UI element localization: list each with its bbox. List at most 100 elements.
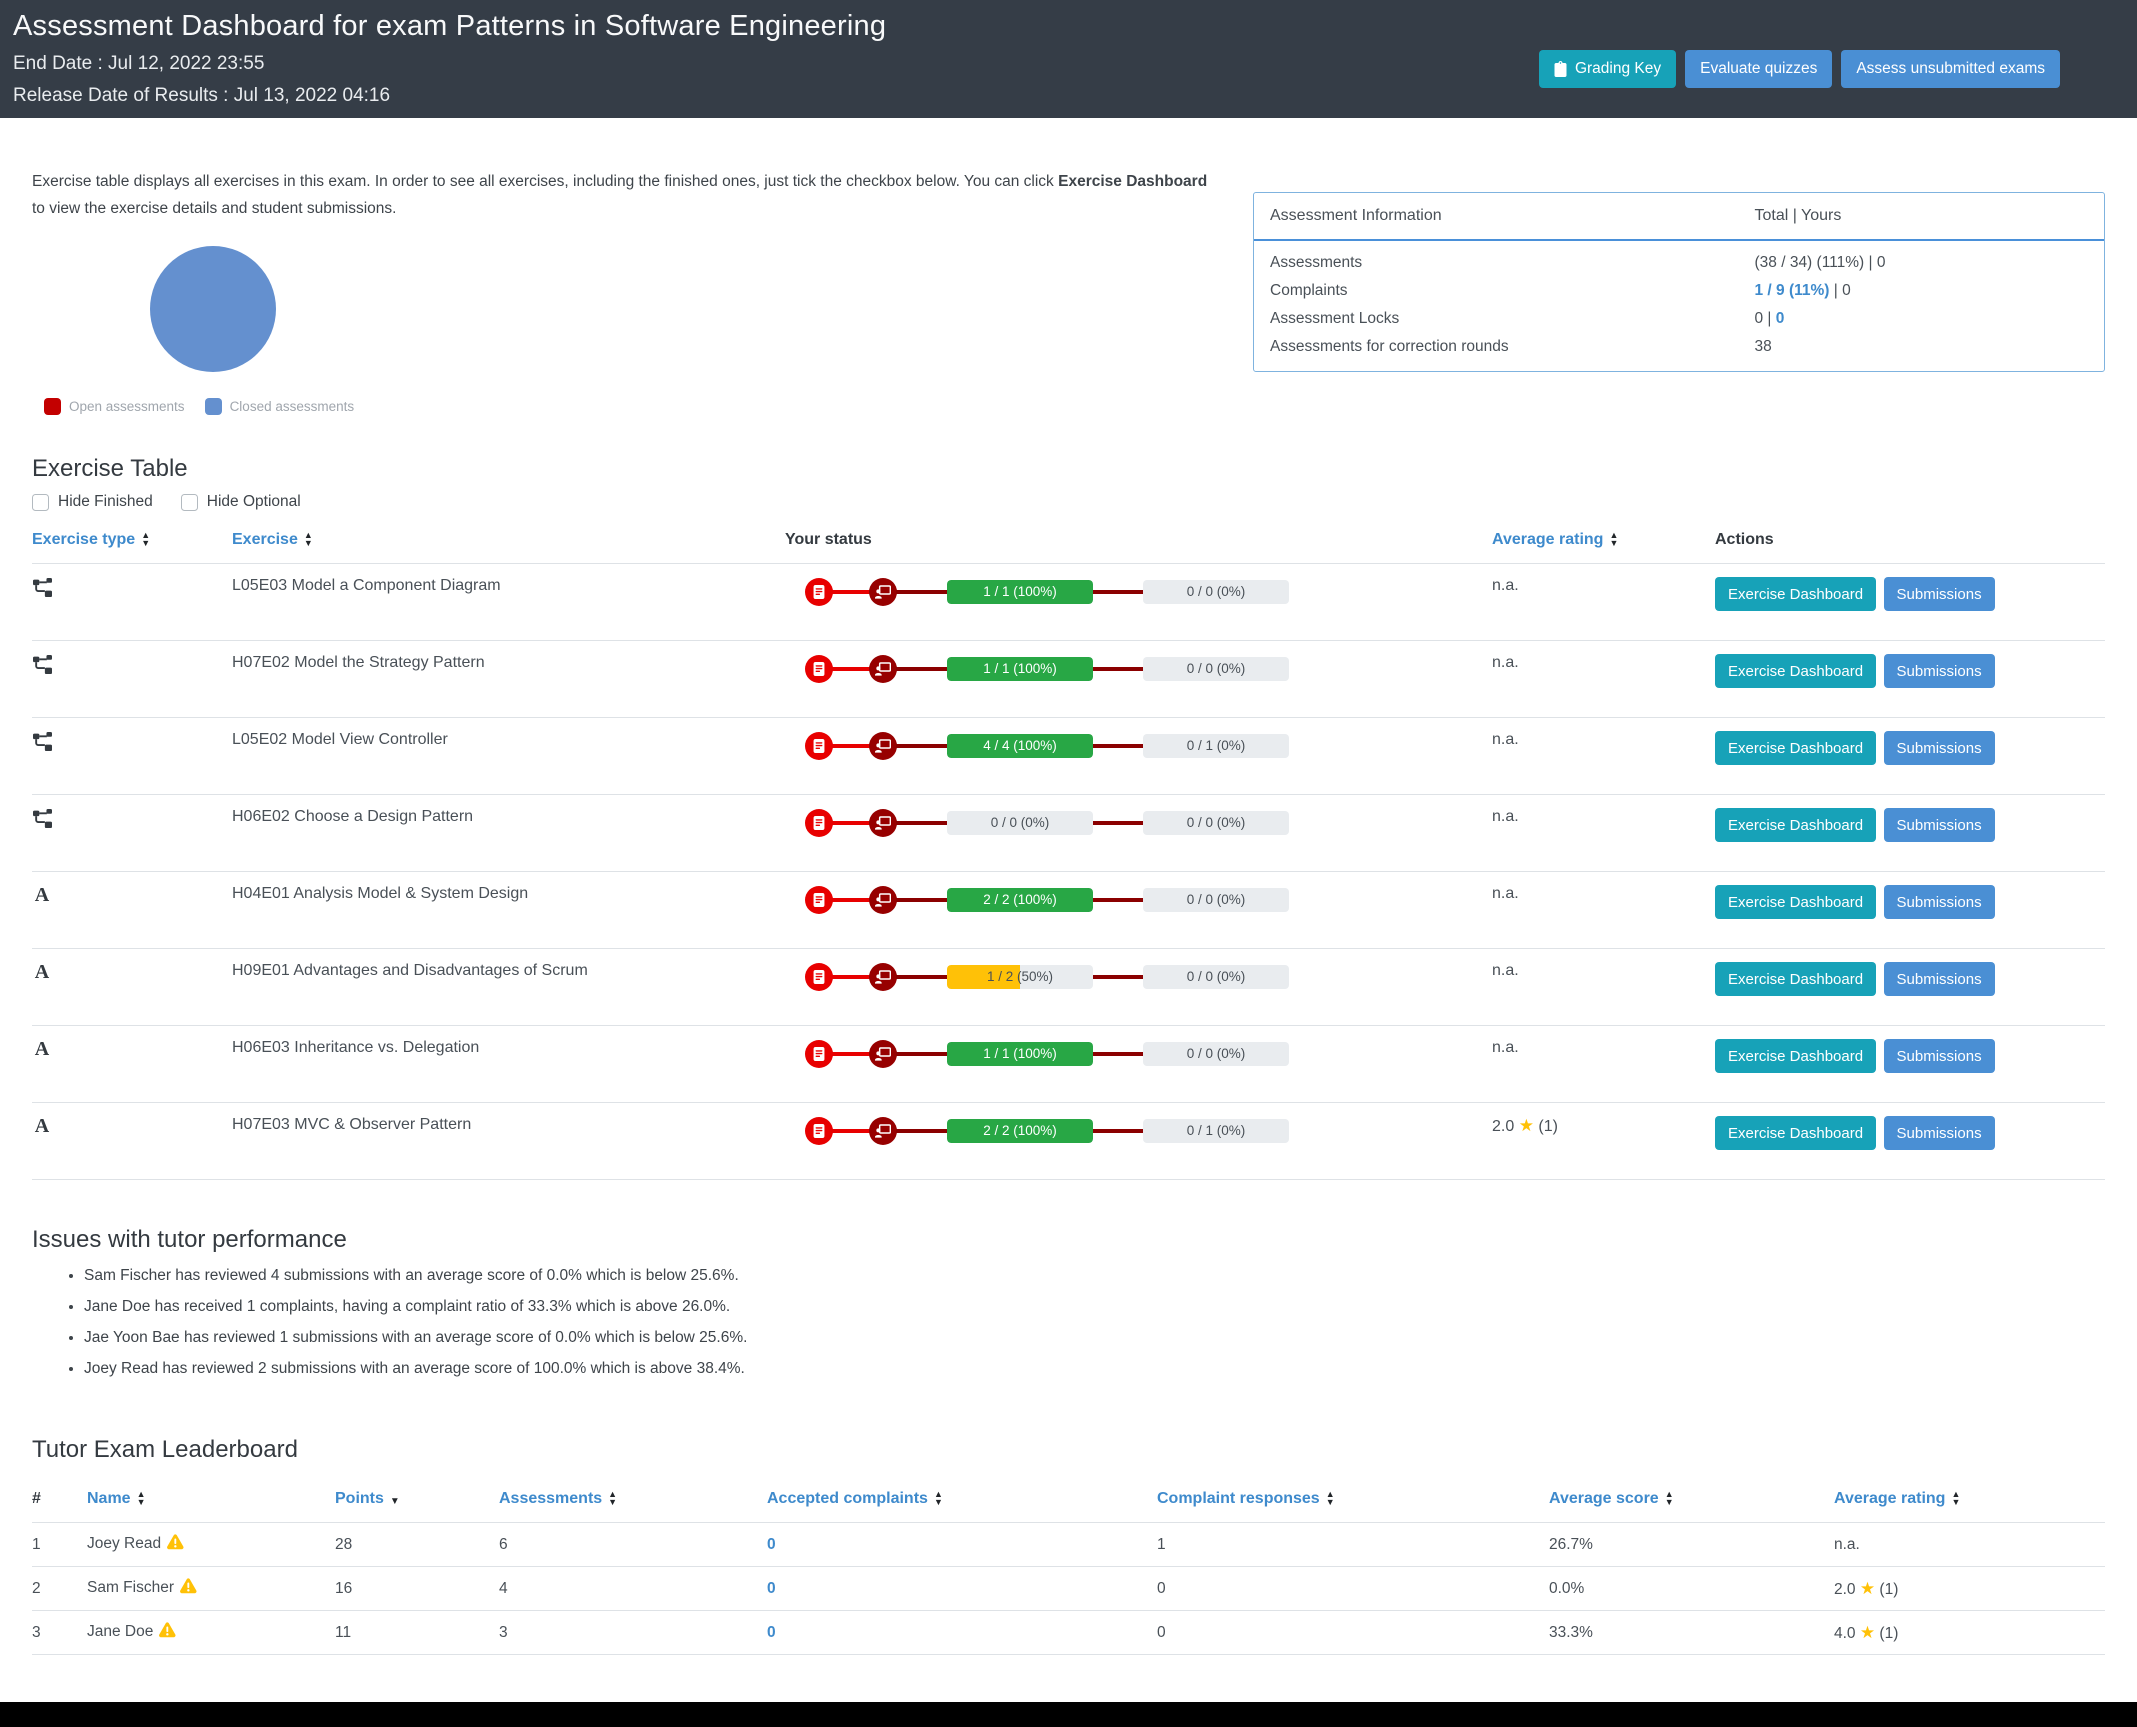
clipboard-icon (1554, 61, 1567, 77)
hide-optional-label: Hide Optional (180, 493, 301, 511)
first-correction-progress-bar: 2 / 2 (100%) (947, 1119, 1093, 1143)
leaderboard-column-average-score[interactable]: Average score (1549, 1480, 1834, 1523)
exercise-dashboard-button[interactable]: Exercise Dashboard (1715, 577, 1877, 611)
leaderboard-column-complaint-responses[interactable]: Complaint responses (1157, 1480, 1549, 1523)
submissions-button[interactable]: Submissions (1883, 654, 1995, 688)
progress-connector (1092, 590, 1144, 594)
leaderboard-column-average-rating[interactable]: Average rating (1834, 1480, 2105, 1523)
submissions-button[interactable]: Submissions (1883, 731, 1995, 765)
issues-heading: Issues with tutor performance (32, 1226, 347, 1253)
tutor-review-icon (869, 1040, 897, 1068)
progress-connector (831, 590, 871, 594)
average-rating-value: n.a. (1492, 1039, 1519, 1056)
assess-unsubmitted-exams-button[interactable]: Assess unsubmitted exams (1841, 50, 2060, 88)
submissions-button[interactable]: Submissions (1883, 962, 1995, 996)
info-value-link[interactable]: 0 (1776, 310, 1785, 327)
leaderboard-column-assessments[interactable]: Assessments (499, 1480, 767, 1523)
assessment-progress-chain: 2 / 2 (100%) 0 / 0 (0%) (805, 885, 1486, 915)
info-row-label: Assessments for correction rounds (1270, 338, 1509, 355)
exam-submission-icon (805, 1040, 833, 1068)
project-diagram-icon (32, 654, 52, 674)
sort-icon (141, 531, 150, 547)
exercise-name: H07E02 Model the Strategy Pattern (232, 654, 485, 671)
first-correction-progress-bar: 0 / 0 (0%) (947, 811, 1093, 835)
info-row-label: Assessment Locks (1270, 310, 1400, 327)
accepted-complaints-link[interactable]: 0 (767, 1580, 776, 1597)
hide-finished-label: Hide Finished (32, 493, 153, 511)
page-title: Assessment Dashboard for exam Patterns i… (13, 10, 887, 42)
exercise-name: H06E02 Choose a Design Pattern (232, 808, 474, 825)
accepted-complaints-link[interactable]: 0 (767, 1624, 776, 1641)
legend-item-open-assessments[interactable]: Open assessments (44, 398, 185, 415)
info-value-link[interactable]: 1 / 9 (11%) (1755, 282, 1830, 299)
progress-connector (1092, 1129, 1144, 1133)
leaderboard-column--: # (32, 1490, 41, 1508)
info-row-label: Complaints (1270, 282, 1348, 299)
second-correction-progress-bar: 0 / 0 (0%) (1143, 657, 1289, 681)
exam-submission-icon (805, 886, 833, 914)
exercise-dashboard-button[interactable]: Exercise Dashboard (1715, 962, 1877, 996)
tutor-name-cell: Jane Doe (87, 1611, 335, 1655)
star-icon: ★ (1518, 1116, 1534, 1135)
rank-cell: 2 (32, 1579, 41, 1597)
exercise-dashboard-button[interactable]: Exercise Dashboard (1715, 1116, 1877, 1150)
assessment-progress-chain: 1 / 1 (100%) 0 / 0 (0%) (805, 577, 1486, 607)
submissions-button[interactable]: Submissions (1883, 885, 1995, 919)
legend-item-closed-assessments[interactable]: Closed assessments (204, 398, 355, 415)
hide-optional-checkbox[interactable] (180, 493, 198, 511)
leaderboard-column-name[interactable]: Name (87, 1480, 335, 1523)
progress-connector (1092, 821, 1144, 825)
complaint-responses-cell: 0 (1157, 1579, 1166, 1597)
tutor-review-icon (869, 1117, 897, 1145)
second-correction-progress-bar: 0 / 0 (0%) (1143, 580, 1289, 604)
first-correction-progress-bar: 2 / 2 (100%) (947, 888, 1093, 912)
accepted-complaints-link[interactable]: 0 (767, 1536, 776, 1553)
first-correction-progress-bar: 4 / 4 (100%) (947, 734, 1093, 758)
sort-icon (1665, 1490, 1674, 1506)
progress-connector (896, 898, 948, 902)
leaderboard-column-points[interactable]: Points (335, 1480, 499, 1523)
leaderboard-column-accepted-complaints[interactable]: Accepted complaints (767, 1480, 1157, 1523)
submissions-button[interactable]: Submissions (1883, 1039, 1995, 1073)
average-score-cell: 33.3% (1549, 1623, 1593, 1641)
leaderboard-row: 3 Jane Doe 11 3 0 0 33.3% 4.0 ★ (1) (32, 1610, 2105, 1655)
progress-connector (831, 1052, 871, 1056)
rank-cell: 1 (32, 1535, 41, 1553)
points-cell: 16 (335, 1579, 353, 1597)
exercise-dashboard-button[interactable]: Exercise Dashboard (1715, 808, 1877, 842)
tutor-review-icon (869, 886, 897, 914)
second-correction-progress-bar: 0 / 1 (0%) (1143, 1119, 1289, 1143)
complaint-responses-cell: 1 (1157, 1535, 1166, 1553)
assessment-information-card: Assessment Information Total | Yours Ass… (1253, 192, 2105, 372)
tutor-review-icon (869, 732, 897, 760)
legend-label: Closed assessments (229, 399, 355, 414)
submissions-button[interactable]: Submissions (1883, 808, 1995, 842)
tutor-review-icon (869, 655, 897, 683)
info-row-value: 38 (1754, 338, 1772, 355)
average-rating-cell: 2.0 ★ (1) (1834, 1578, 1899, 1598)
second-correction-progress-bar: 0 / 1 (0%) (1143, 734, 1289, 758)
leaderboard-row: 2 Sam Fischer 16 4 0 0 0.0% 2.0 ★ (1) (32, 1566, 2105, 1611)
assessments-cell: 4 (499, 1579, 508, 1597)
assessment-info-value-header: Total | Yours (1738, 193, 2104, 241)
leaderboard-row: 1 Joey Read 28 6 0 1 26.7% n.a. (32, 1522, 2105, 1567)
exercise-name: H06E03 Inheritance vs. Delegation (232, 1039, 480, 1056)
column-exercise[interactable]: Exercise (232, 525, 785, 564)
average-rating-value: n.a. (1492, 577, 1519, 594)
tutor-name-cell: Sam Fischer (87, 1567, 335, 1611)
submissions-button[interactable]: Submissions (1883, 577, 1995, 611)
column-exercise-type[interactable]: Exercise type (32, 525, 232, 564)
exam-header: Assessment Dashboard for exam Patterns i… (0, 0, 2137, 118)
exam-submission-icon (805, 655, 833, 683)
assessment-progress-chain: 0 / 0 (0%) 0 / 0 (0%) (805, 808, 1486, 838)
exercise-dashboard-button[interactable]: Exercise Dashboard (1715, 654, 1877, 688)
evaluate-quizzes-button[interactable]: Evaluate quizzes (1685, 50, 1833, 88)
exercise-dashboard-button[interactable]: Exercise Dashboard (1715, 885, 1877, 919)
exercise-name: H04E01 Analysis Model & System Design (232, 885, 529, 902)
grading-key-button[interactable]: Grading Key (1538, 50, 1677, 88)
column-average-rating[interactable]: Average rating (1492, 525, 1715, 564)
exercise-dashboard-button[interactable]: Exercise Dashboard (1715, 731, 1877, 765)
submissions-button[interactable]: Submissions (1883, 1116, 1995, 1150)
hide-finished-checkbox[interactable] (32, 493, 49, 511)
exercise-dashboard-button[interactable]: Exercise Dashboard (1715, 1039, 1877, 1073)
